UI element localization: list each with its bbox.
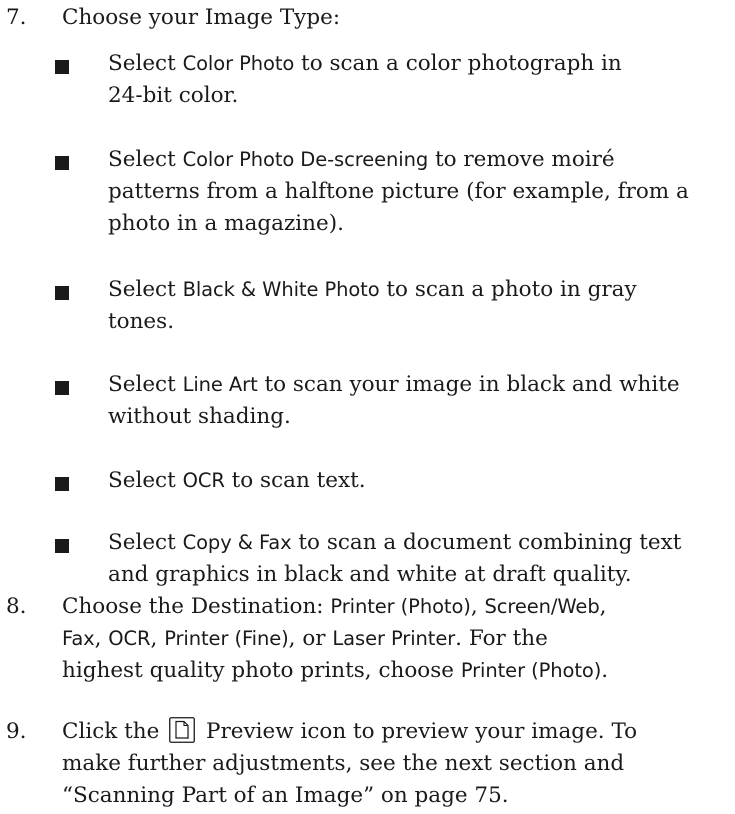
- bullet-item-ocr: Select OCR to scan text.: [55, 465, 725, 497]
- step-text: Click the Preview icon to preview your i…: [62, 717, 638, 808]
- step-8: 8. Choose the Destination: Printer (Phot…: [6, 591, 726, 687]
- step-number: 9.: [6, 719, 27, 744]
- destination-option-label: OCR: [108, 627, 151, 650]
- bullet-text: Select OCR to scan text.: [108, 468, 366, 493]
- bullet-text: Select Color Photo to scan a color photo…: [108, 51, 622, 108]
- bullet-square-icon: [55, 60, 69, 74]
- bullet-item-copy-fax: Select Copy & Fax to scan a document com…: [55, 527, 725, 591]
- bullet-square-icon: [55, 156, 69, 170]
- bullet-square-icon: [55, 539, 69, 553]
- bullet-text: Select Black & White Photo to scan a pho…: [108, 277, 637, 334]
- destination-option-label: Laser Printer: [332, 627, 456, 650]
- ui-option-label: Color Photo De-screening: [182, 148, 429, 171]
- bullet-text: Select Copy & Fax to scan a document com…: [108, 530, 682, 587]
- ui-option-label: Color Photo: [182, 52, 295, 75]
- ui-option-label: Copy & Fax: [182, 531, 292, 554]
- destination-option-label: Fax: [62, 627, 95, 650]
- bullet-text: Select Color Photo De-screening to remov…: [108, 147, 689, 236]
- ui-option-label: Black & White Photo: [182, 278, 380, 301]
- bullet-item-line-art: Select Line Art to scan your image in bl…: [55, 369, 725, 433]
- preview-document-icon: [169, 717, 196, 743]
- bullet-item-descreening: Select Color Photo De-screening to remov…: [55, 144, 725, 240]
- step-9: 9. Click the Preview icon to preview you…: [6, 716, 726, 812]
- bullet-square-icon: [55, 286, 69, 300]
- step-7: 7. Choose your Image Type:: [6, 2, 726, 34]
- destination-option-label: Screen/Web: [484, 595, 600, 618]
- ui-option-label: OCR: [182, 469, 225, 492]
- bullet-square-icon: [55, 477, 69, 491]
- bullet-square-icon: [55, 381, 69, 395]
- bullet-item-bw-photo: Select Black & White Photo to scan a pho…: [55, 274, 725, 338]
- bullet-text: Select Line Art to scan your image in bl…: [108, 372, 680, 429]
- ui-option-label: Line Art: [182, 373, 258, 396]
- destination-option-label: Printer (Photo): [330, 595, 471, 618]
- step-number: 7.: [6, 5, 27, 30]
- step-number: 8.: [6, 594, 27, 619]
- destination-option-label: Printer (Fine): [164, 627, 289, 650]
- destination-option-label: Printer (Photo): [460, 659, 602, 682]
- manual-page: 7. Choose your Image Type: Select Color …: [0, 0, 735, 814]
- step-text: Choose the Destination: Printer (Photo),…: [62, 594, 609, 683]
- bullet-item-color-photo: Select Color Photo to scan a color photo…: [55, 48, 725, 112]
- step-text: Choose your Image Type:: [62, 5, 341, 30]
